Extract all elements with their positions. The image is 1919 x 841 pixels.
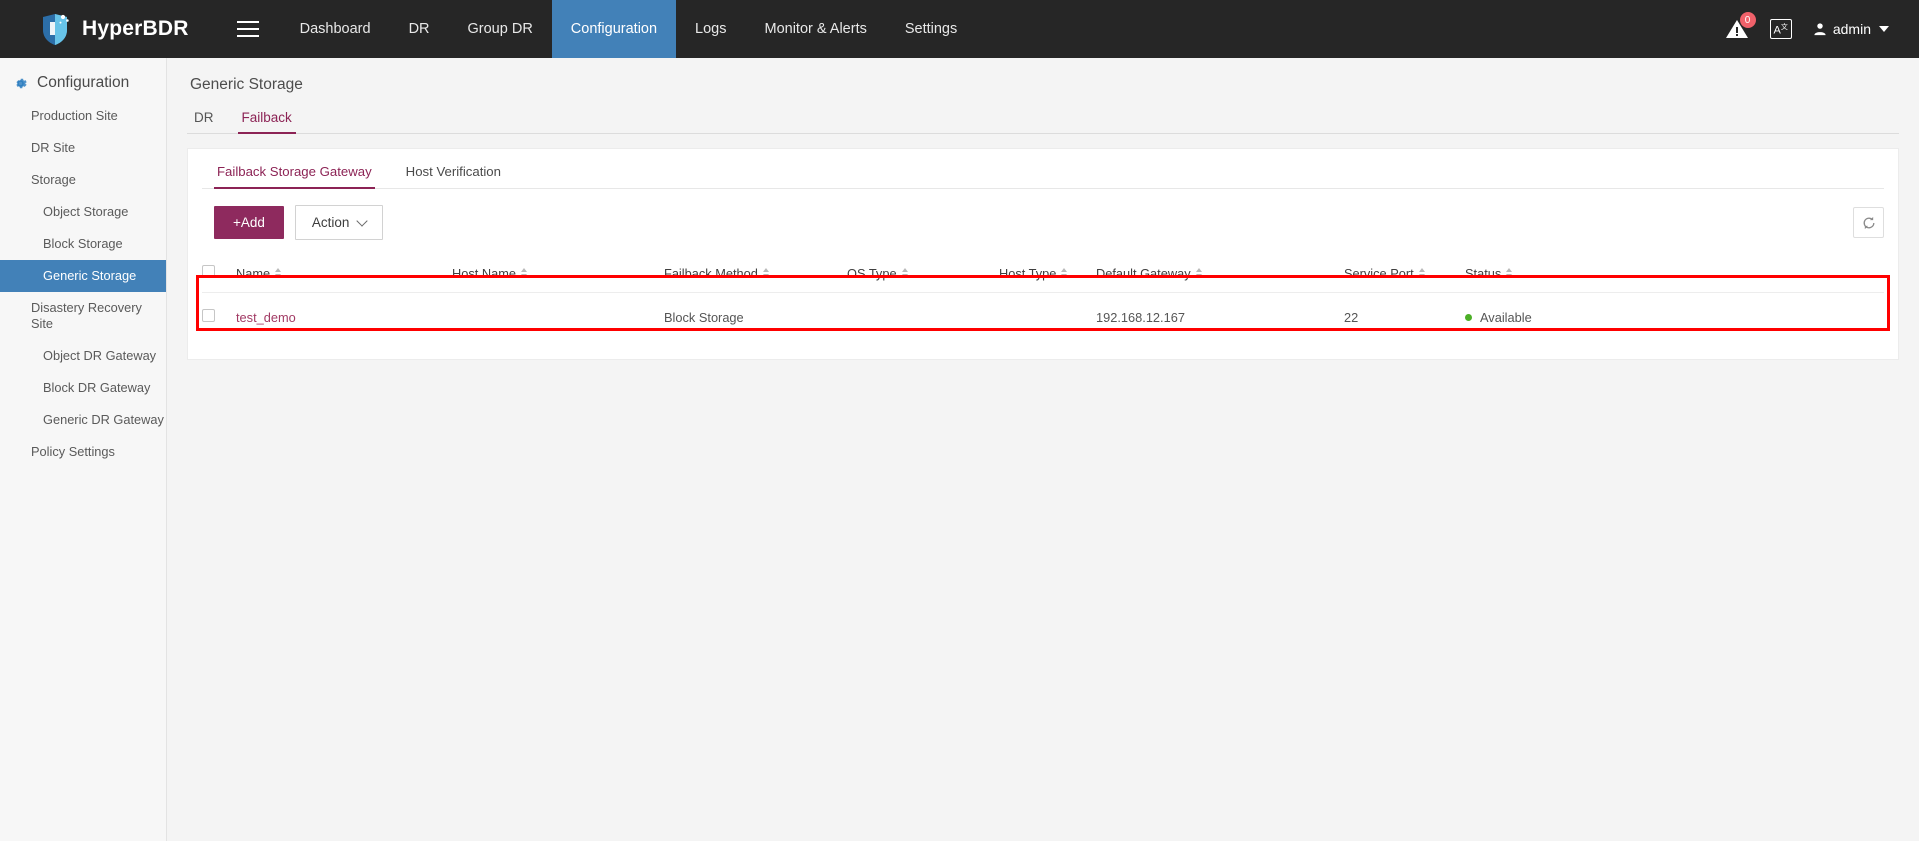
select-all-checkbox[interactable] (202, 265, 215, 278)
col-label-os-type: OS Type (847, 265, 897, 281)
row-select-cell (202, 293, 236, 342)
hyperbdr-shield-icon (43, 13, 69, 45)
table-header-row: Name Host Name Failback Method OS Type H… (202, 258, 1884, 293)
refresh-icon (1863, 216, 1874, 229)
language-sup: 文 (1780, 24, 1788, 32)
table-row[interactable]: test_demo Block Storage 192.168.12.167 2… (202, 293, 1884, 342)
nav-item-settings[interactable]: Settings (886, 0, 976, 58)
cell-name[interactable]: test_demo (236, 293, 452, 342)
tab-failback[interactable]: Failback (237, 107, 296, 134)
col-label-default-gateway: Default Gateway (1096, 265, 1191, 281)
cell-status: Available (1465, 293, 1884, 342)
col-label-failback-method: Failback Method (664, 265, 758, 281)
sort-icon[interactable] (521, 268, 528, 278)
alerts-button[interactable]: 0 (1725, 12, 1756, 41)
table-head: Name Host Name Failback Method OS Type H… (202, 258, 1884, 293)
action-label: Action (311, 215, 350, 230)
sidebar-item-storage[interactable]: Storage (0, 164, 166, 196)
nav-right-actions: 0 A文 admin (1725, 0, 1919, 58)
sidebar-title: Configuration (0, 67, 166, 100)
sidebar-item-production-site[interactable]: Production Site (0, 100, 166, 132)
sort-icon[interactable] (762, 268, 769, 278)
add-button[interactable]: +Add (214, 206, 284, 239)
col-label-host-type: Host Type (999, 265, 1057, 281)
action-dropdown-button[interactable]: Action (294, 205, 384, 240)
sidebar-item-object-dr-gateway[interactable]: Object DR Gateway (0, 340, 166, 372)
sidebar-item-generic-dr-gateway[interactable]: Generic DR Gateway (0, 404, 166, 436)
sort-icon[interactable] (1506, 268, 1513, 278)
col-header-failback-method[interactable]: Failback Method (664, 258, 847, 293)
page-title: Generic Storage (190, 76, 303, 93)
row-checkbox[interactable] (202, 309, 215, 322)
hamburger-icon[interactable] (215, 0, 281, 58)
sort-icon[interactable] (1061, 268, 1068, 278)
user-name: admin (1832, 21, 1871, 37)
col-label-host-name: Host Name (452, 265, 517, 281)
top-navigation-bar: HyperBDR Dashboard DR Group DR Configura… (0, 0, 1919, 58)
nav-item-logs[interactable]: Logs (676, 0, 745, 58)
select-all-header (202, 258, 236, 293)
table-container: Name Host Name Failback Method OS Type H… (196, 240, 1890, 341)
cell-default-gateway: 192.168.12.167 (1096, 309, 1185, 325)
col-label-status: Status (1465, 265, 1502, 281)
sidebar-item-disastery-recovery-site[interactable]: Disastery Recovery Site (0, 292, 166, 340)
status-label: Available (1480, 309, 1532, 325)
sidebar-title-label: Configuration (37, 74, 130, 91)
tab-host-verification[interactable]: Host Verification (403, 161, 504, 189)
sort-icon[interactable] (1418, 268, 1425, 278)
col-header-default-gateway[interactable]: Default Gateway (1096, 258, 1344, 293)
chevron-down-icon (1879, 26, 1889, 32)
col-header-name[interactable]: Name (236, 258, 452, 293)
user-menu[interactable]: admin (1813, 21, 1889, 37)
failback-storage-gateway-table: Name Host Name Failback Method OS Type H… (202, 258, 1884, 341)
nav-item-dashboard[interactable]: Dashboard (281, 0, 390, 58)
cell-service-port: 22 (1344, 309, 1359, 325)
cell-host-name (452, 293, 664, 342)
alert-count-badge: 0 (1739, 12, 1756, 28)
nav-item-configuration[interactable]: Configuration (551, 0, 677, 58)
sidebar-item-generic-storage[interactable]: Generic Storage (0, 260, 166, 292)
col-header-host-name[interactable]: Host Name (452, 258, 664, 293)
tab-dr[interactable]: DR (190, 107, 218, 134)
sidebar-item-dr-site[interactable]: DR Site (0, 132, 166, 164)
sort-icon[interactable] (901, 268, 908, 278)
content-card: Failback Storage Gateway Host Verificati… (187, 148, 1899, 360)
user-avatar-icon (1814, 23, 1826, 36)
table-toolbar: +Add Action (202, 189, 1884, 240)
inner-tab-bar: Failback Storage Gateway Host Verificati… (202, 149, 1884, 189)
primary-nav-items: Dashboard DR Group DR Configuration Logs… (281, 0, 977, 58)
sidebar-item-object-storage[interactable]: Object Storage (0, 196, 166, 228)
language-toggle-icon[interactable]: A文 (1769, 19, 1792, 39)
sidebar-item-block-dr-gateway[interactable]: Block DR Gateway (0, 372, 166, 404)
table-body: test_demo Block Storage 192.168.12.167 2… (202, 293, 1884, 342)
nav-item-monitor-alerts[interactable]: Monitor & Alerts (746, 0, 886, 58)
sort-icon[interactable] (275, 268, 282, 278)
brand-logo-area[interactable]: HyperBDR (0, 0, 215, 58)
app-body: Configuration Production Site DR Site St… (0, 58, 1919, 841)
cell-os-type (847, 293, 999, 342)
chevron-down-icon (356, 214, 369, 227)
status-dot-icon (1465, 313, 1472, 321)
nav-item-group-dr[interactable]: Group DR (449, 0, 552, 58)
cell-failback-method: Block Storage (664, 309, 744, 325)
outer-tab-bar: DR Failback (187, 107, 1899, 134)
nav-item-dr[interactable]: DR (390, 0, 449, 58)
col-label-service-port: Service Port (1344, 265, 1414, 281)
gear-icon (16, 78, 27, 88)
col-header-host-type[interactable]: Host Type (999, 258, 1096, 293)
cell-host-type (999, 293, 1096, 342)
col-header-os-type[interactable]: OS Type (847, 258, 999, 293)
language-letter: A (1773, 24, 1781, 37)
col-header-service-port[interactable]: Service Port (1344, 258, 1465, 293)
sort-icon[interactable] (1195, 268, 1202, 278)
main-content: Generic Storage DR Failback Failback Sto… (167, 58, 1919, 841)
col-header-status[interactable]: Status (1465, 258, 1884, 293)
brand-name: HyperBDR (82, 17, 189, 40)
sidebar-item-block-storage[interactable]: Block Storage (0, 228, 166, 260)
sidebar-item-policy-settings[interactable]: Policy Settings (0, 436, 166, 468)
col-label-name: Name (236, 265, 271, 281)
sidebar: Configuration Production Site DR Site St… (0, 58, 167, 841)
refresh-button[interactable] (1853, 207, 1884, 238)
tab-failback-storage-gateway[interactable]: Failback Storage Gateway (214, 161, 375, 189)
